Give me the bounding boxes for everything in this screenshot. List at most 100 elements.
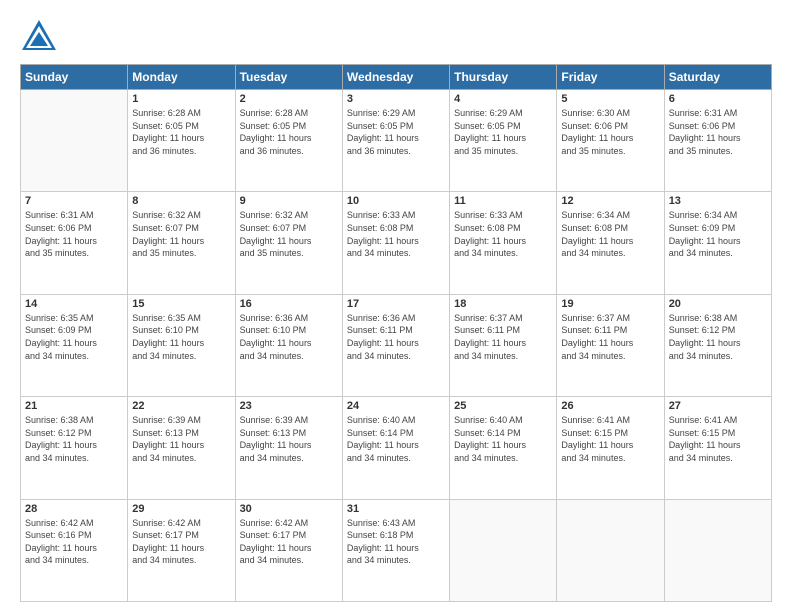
day-number: 5 xyxy=(561,93,659,105)
day-number: 6 xyxy=(669,93,767,105)
calendar-cell: 1 Sunrise: 6:28 AMSunset: 6:05 PMDaylight… xyxy=(128,90,235,192)
calendar-cell xyxy=(557,499,664,601)
calendar-cell: 22Sunrise: 6:39 AMSunset: 6:13 PMDayligh… xyxy=(128,397,235,499)
calendar-cell: 23 Sunrise: 6:39 AMSunset: 6:13 PMDayligh… xyxy=(235,397,342,499)
calendar-week-row: 1 Sunrise: 6:28 AMSunset: 6:05 PMDaylight… xyxy=(21,90,772,192)
day-info: Sunrise: 6:41 AMSunset: 6:15 PMDaylight:… xyxy=(669,414,767,464)
day-number: 24 xyxy=(347,400,445,412)
calendar-cell: 9 Sunrise: 6:32 AMSunset: 6:07 PMDaylight… xyxy=(235,192,342,294)
calendar-cell: 25 Sunrise: 6:40 AMSunset: 6:14 PMDayligh… xyxy=(450,397,557,499)
calendar-week-row: 21Sunrise: 6:38 AMSunset: 6:12 PMDayligh… xyxy=(21,397,772,499)
day-info: Sunrise: 6:32 AMSunset: 6:07 PMDaylight:… xyxy=(240,209,338,259)
logo xyxy=(20,18,62,56)
day-number: 27 xyxy=(669,400,767,412)
calendar-weekday-sunday: Sunday xyxy=(21,65,128,90)
day-info: Sunrise: 6:39 AMSunset: 6:13 PMDaylight:… xyxy=(240,414,338,464)
calendar-cell: 28 Sunrise: 6:42 AMSunset: 6:16 PMDayligh… xyxy=(21,499,128,601)
day-number: 30 xyxy=(240,503,338,515)
day-info: Sunrise: 6:36 AMSunset: 6:10 PMDaylight:… xyxy=(240,312,338,362)
day-info: Sunrise: 6:28 AMSunset: 6:05 PMDaylight:… xyxy=(240,107,338,157)
day-info: Sunrise: 6:33 AMSunset: 6:08 PMDaylight:… xyxy=(454,209,552,259)
calendar-cell: 3 Sunrise: 6:29 AMSunset: 6:05 PMDaylight… xyxy=(342,90,449,192)
day-number: 17 xyxy=(347,298,445,310)
day-info: Sunrise: 6:34 AMSunset: 6:09 PMDaylight:… xyxy=(669,209,767,259)
calendar-cell: 27 Sunrise: 6:41 AMSunset: 6:15 PMDayligh… xyxy=(664,397,771,499)
day-info: Sunrise: 6:29 AMSunset: 6:05 PMDaylight:… xyxy=(454,107,552,157)
calendar-cell: 14 Sunrise: 6:35 AMSunset: 6:09 PMDayligh… xyxy=(21,294,128,396)
calendar-cell: 16Sunrise: 6:36 AMSunset: 6:10 PMDayligh… xyxy=(235,294,342,396)
day-info: Sunrise: 6:31 AMSunset: 6:06 PMDaylight:… xyxy=(669,107,767,157)
day-info: Sunrise: 6:28 AMSunset: 6:05 PMDaylight:… xyxy=(132,107,230,157)
day-number: 14 xyxy=(25,298,123,310)
calendar-week-row: 14 Sunrise: 6:35 AMSunset: 6:09 PMDayligh… xyxy=(21,294,772,396)
day-info: Sunrise: 6:40 AMSunset: 6:14 PMDaylight:… xyxy=(347,414,445,464)
day-number: 26 xyxy=(561,400,659,412)
calendar-week-row: 7 Sunrise: 6:31 AMSunset: 6:06 PMDaylight… xyxy=(21,192,772,294)
day-info: Sunrise: 6:37 AMSunset: 6:11 PMDaylight:… xyxy=(561,312,659,362)
calendar-cell: 13 Sunrise: 6:34 AMSunset: 6:09 PMDayligh… xyxy=(664,192,771,294)
calendar-cell: 4Sunrise: 6:29 AMSunset: 6:05 PMDaylight… xyxy=(450,90,557,192)
day-info: Sunrise: 6:29 AMSunset: 6:05 PMDaylight:… xyxy=(347,107,445,157)
day-info: Sunrise: 6:31 AMSunset: 6:06 PMDaylight:… xyxy=(25,209,123,259)
calendar-cell xyxy=(450,499,557,601)
day-info: Sunrise: 6:37 AMSunset: 6:11 PMDaylight:… xyxy=(454,312,552,362)
day-number: 20 xyxy=(669,298,767,310)
calendar-weekday-saturday: Saturday xyxy=(664,65,771,90)
day-number: 28 xyxy=(25,503,123,515)
calendar-cell: 18 Sunrise: 6:37 AMSunset: 6:11 PMDayligh… xyxy=(450,294,557,396)
calendar-header-row: SundayMondayTuesdayWednesdayThursdayFrid… xyxy=(21,65,772,90)
day-number: 21 xyxy=(25,400,123,412)
day-info: Sunrise: 6:32 AMSunset: 6:07 PMDaylight:… xyxy=(132,209,230,259)
calendar-cell: 10 Sunrise: 6:33 AMSunset: 6:08 PMDayligh… xyxy=(342,192,449,294)
day-number: 13 xyxy=(669,195,767,207)
day-info: Sunrise: 6:42 AMSunset: 6:16 PMDaylight:… xyxy=(25,517,123,567)
day-info: Sunrise: 6:30 AMSunset: 6:06 PMDaylight:… xyxy=(561,107,659,157)
calendar-cell: 19Sunrise: 6:37 AMSunset: 6:11 PMDayligh… xyxy=(557,294,664,396)
day-number: 12 xyxy=(561,195,659,207)
day-number: 31 xyxy=(347,503,445,515)
calendar-cell: 30Sunrise: 6:42 AMSunset: 6:17 PMDayligh… xyxy=(235,499,342,601)
day-info: Sunrise: 6:34 AMSunset: 6:08 PMDaylight:… xyxy=(561,209,659,259)
day-number: 22 xyxy=(132,400,230,412)
day-info: Sunrise: 6:40 AMSunset: 6:14 PMDaylight:… xyxy=(454,414,552,464)
day-number: 29 xyxy=(132,503,230,515)
calendar-cell: 29Sunrise: 6:42 AMSunset: 6:17 PMDayligh… xyxy=(128,499,235,601)
calendar-cell: 15 Sunrise: 6:35 AMSunset: 6:10 PMDayligh… xyxy=(128,294,235,396)
calendar-cell: 24 Sunrise: 6:40 AMSunset: 6:14 PMDayligh… xyxy=(342,397,449,499)
day-number: 2 xyxy=(240,93,338,105)
day-info: Sunrise: 6:33 AMSunset: 6:08 PMDaylight:… xyxy=(347,209,445,259)
day-info: Sunrise: 6:36 AMSunset: 6:11 PMDaylight:… xyxy=(347,312,445,362)
day-number: 23 xyxy=(240,400,338,412)
calendar-cell: 26Sunrise: 6:41 AMSunset: 6:15 PMDayligh… xyxy=(557,397,664,499)
calendar-cell: 21Sunrise: 6:38 AMSunset: 6:12 PMDayligh… xyxy=(21,397,128,499)
day-number: 25 xyxy=(454,400,552,412)
calendar-weekday-wednesday: Wednesday xyxy=(342,65,449,90)
day-number: 3 xyxy=(347,93,445,105)
calendar-cell xyxy=(21,90,128,192)
day-number: 18 xyxy=(454,298,552,310)
calendar-table: SundayMondayTuesdayWednesdayThursdayFrid… xyxy=(20,64,772,602)
calendar-cell: 6 Sunrise: 6:31 AMSunset: 6:06 PMDaylight… xyxy=(664,90,771,192)
day-info: Sunrise: 6:43 AMSunset: 6:18 PMDaylight:… xyxy=(347,517,445,567)
day-number: 1 xyxy=(132,93,230,105)
calendar-cell: 7 Sunrise: 6:31 AMSunset: 6:06 PMDaylight… xyxy=(21,192,128,294)
calendar-cell: 31 Sunrise: 6:43 AMSunset: 6:18 PMDayligh… xyxy=(342,499,449,601)
day-number: 15 xyxy=(132,298,230,310)
calendar-week-row: 28 Sunrise: 6:42 AMSunset: 6:16 PMDayligh… xyxy=(21,499,772,601)
calendar-cell: 2 Sunrise: 6:28 AMSunset: 6:05 PMDaylight… xyxy=(235,90,342,192)
calendar-cell: 11 Sunrise: 6:33 AMSunset: 6:08 PMDayligh… xyxy=(450,192,557,294)
day-number: 11 xyxy=(454,195,552,207)
day-number: 7 xyxy=(25,195,123,207)
calendar-weekday-tuesday: Tuesday xyxy=(235,65,342,90)
logo-icon xyxy=(20,18,58,56)
calendar-weekday-thursday: Thursday xyxy=(450,65,557,90)
day-info: Sunrise: 6:35 AMSunset: 6:10 PMDaylight:… xyxy=(132,312,230,362)
calendar-cell: 8 Sunrise: 6:32 AMSunset: 6:07 PMDaylight… xyxy=(128,192,235,294)
day-number: 8 xyxy=(132,195,230,207)
calendar-cell: 5 Sunrise: 6:30 AMSunset: 6:06 PMDaylight… xyxy=(557,90,664,192)
day-info: Sunrise: 6:35 AMSunset: 6:09 PMDaylight:… xyxy=(25,312,123,362)
calendar-cell: 20Sunrise: 6:38 AMSunset: 6:12 PMDayligh… xyxy=(664,294,771,396)
day-number: 10 xyxy=(347,195,445,207)
calendar-weekday-monday: Monday xyxy=(128,65,235,90)
day-number: 9 xyxy=(240,195,338,207)
